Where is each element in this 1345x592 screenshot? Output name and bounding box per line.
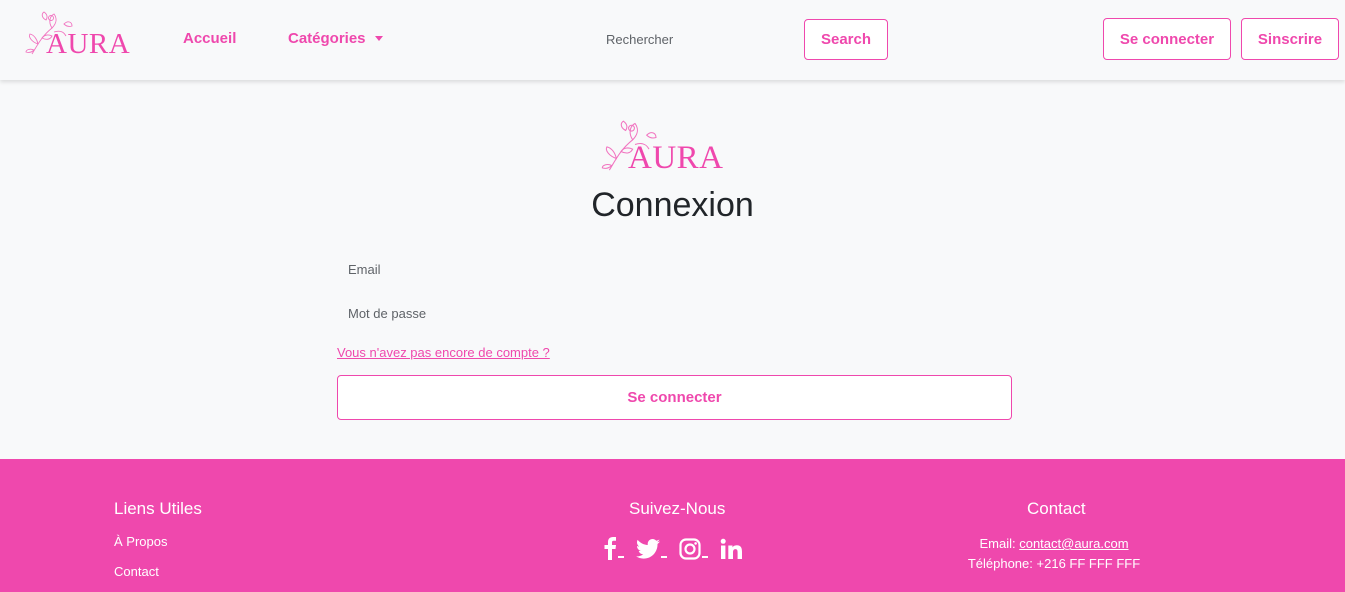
- twitter-icon[interactable]: [636, 538, 667, 560]
- linkedin-icon[interactable]: [720, 538, 742, 560]
- footer-follow-heading: Suivez-Nous: [629, 499, 726, 518]
- contact-phone-line: Téléphone: +216 FF FFF FFF: [954, 554, 1154, 574]
- navbar-logo[interactable]: AURA: [24, 10, 139, 62]
- login-submit-button[interactable]: Se connecter: [337, 375, 1012, 420]
- navbar: AURA Accueil Catégories Search Se connec…: [0, 0, 1345, 80]
- nav-categories-label: Catégories: [288, 30, 366, 47]
- footer-contact-link[interactable]: Contact: [114, 564, 159, 579]
- nav-signup-button[interactable]: Sinscrire: [1241, 18, 1339, 60]
- brand-name: AURA: [46, 28, 131, 60]
- footer-useful-links-heading: Liens Utiles: [114, 499, 202, 518]
- nav-home-link[interactable]: Accueil: [183, 30, 236, 47]
- social-links: [603, 536, 754, 560]
- contact-email-link[interactable]: contact@aura.com: [1019, 536, 1128, 551]
- nav-login-button[interactable]: Se connecter: [1103, 18, 1231, 60]
- page-title: Connexion: [591, 186, 754, 224]
- email-field[interactable]: [337, 252, 1012, 286]
- facebook-icon[interactable]: [603, 536, 624, 560]
- contact-phone-label: Téléphone:: [967, 556, 1033, 571]
- password-field[interactable]: [337, 296, 1012, 330]
- footer: Liens Utiles À Propos Contact Suivez-Nou…: [0, 459, 1345, 592]
- footer-about-link[interactable]: À Propos: [114, 534, 167, 549]
- login-logo: AURA: [600, 118, 735, 178]
- contact-email-line: Email: contact@aura.com: [954, 534, 1154, 554]
- search-input[interactable]: [595, 20, 790, 59]
- footer-contact-heading: Contact: [1027, 499, 1086, 518]
- brand-name: AURA: [628, 140, 724, 176]
- register-link[interactable]: Vous n'avez pas encore de compte ?: [337, 345, 550, 360]
- contact-email-label: Email:: [979, 536, 1016, 551]
- instagram-icon[interactable]: [679, 538, 708, 560]
- search-button[interactable]: Search: [804, 19, 888, 60]
- footer-contact-info: Email: contact@aura.com Téléphone: +216 …: [954, 534, 1154, 574]
- contact-phone-value: +216 FF FFF FFF: [1036, 556, 1141, 571]
- nav-categories-dropdown[interactable]: Catégories: [288, 30, 383, 47]
- caret-down-icon: [374, 36, 383, 41]
